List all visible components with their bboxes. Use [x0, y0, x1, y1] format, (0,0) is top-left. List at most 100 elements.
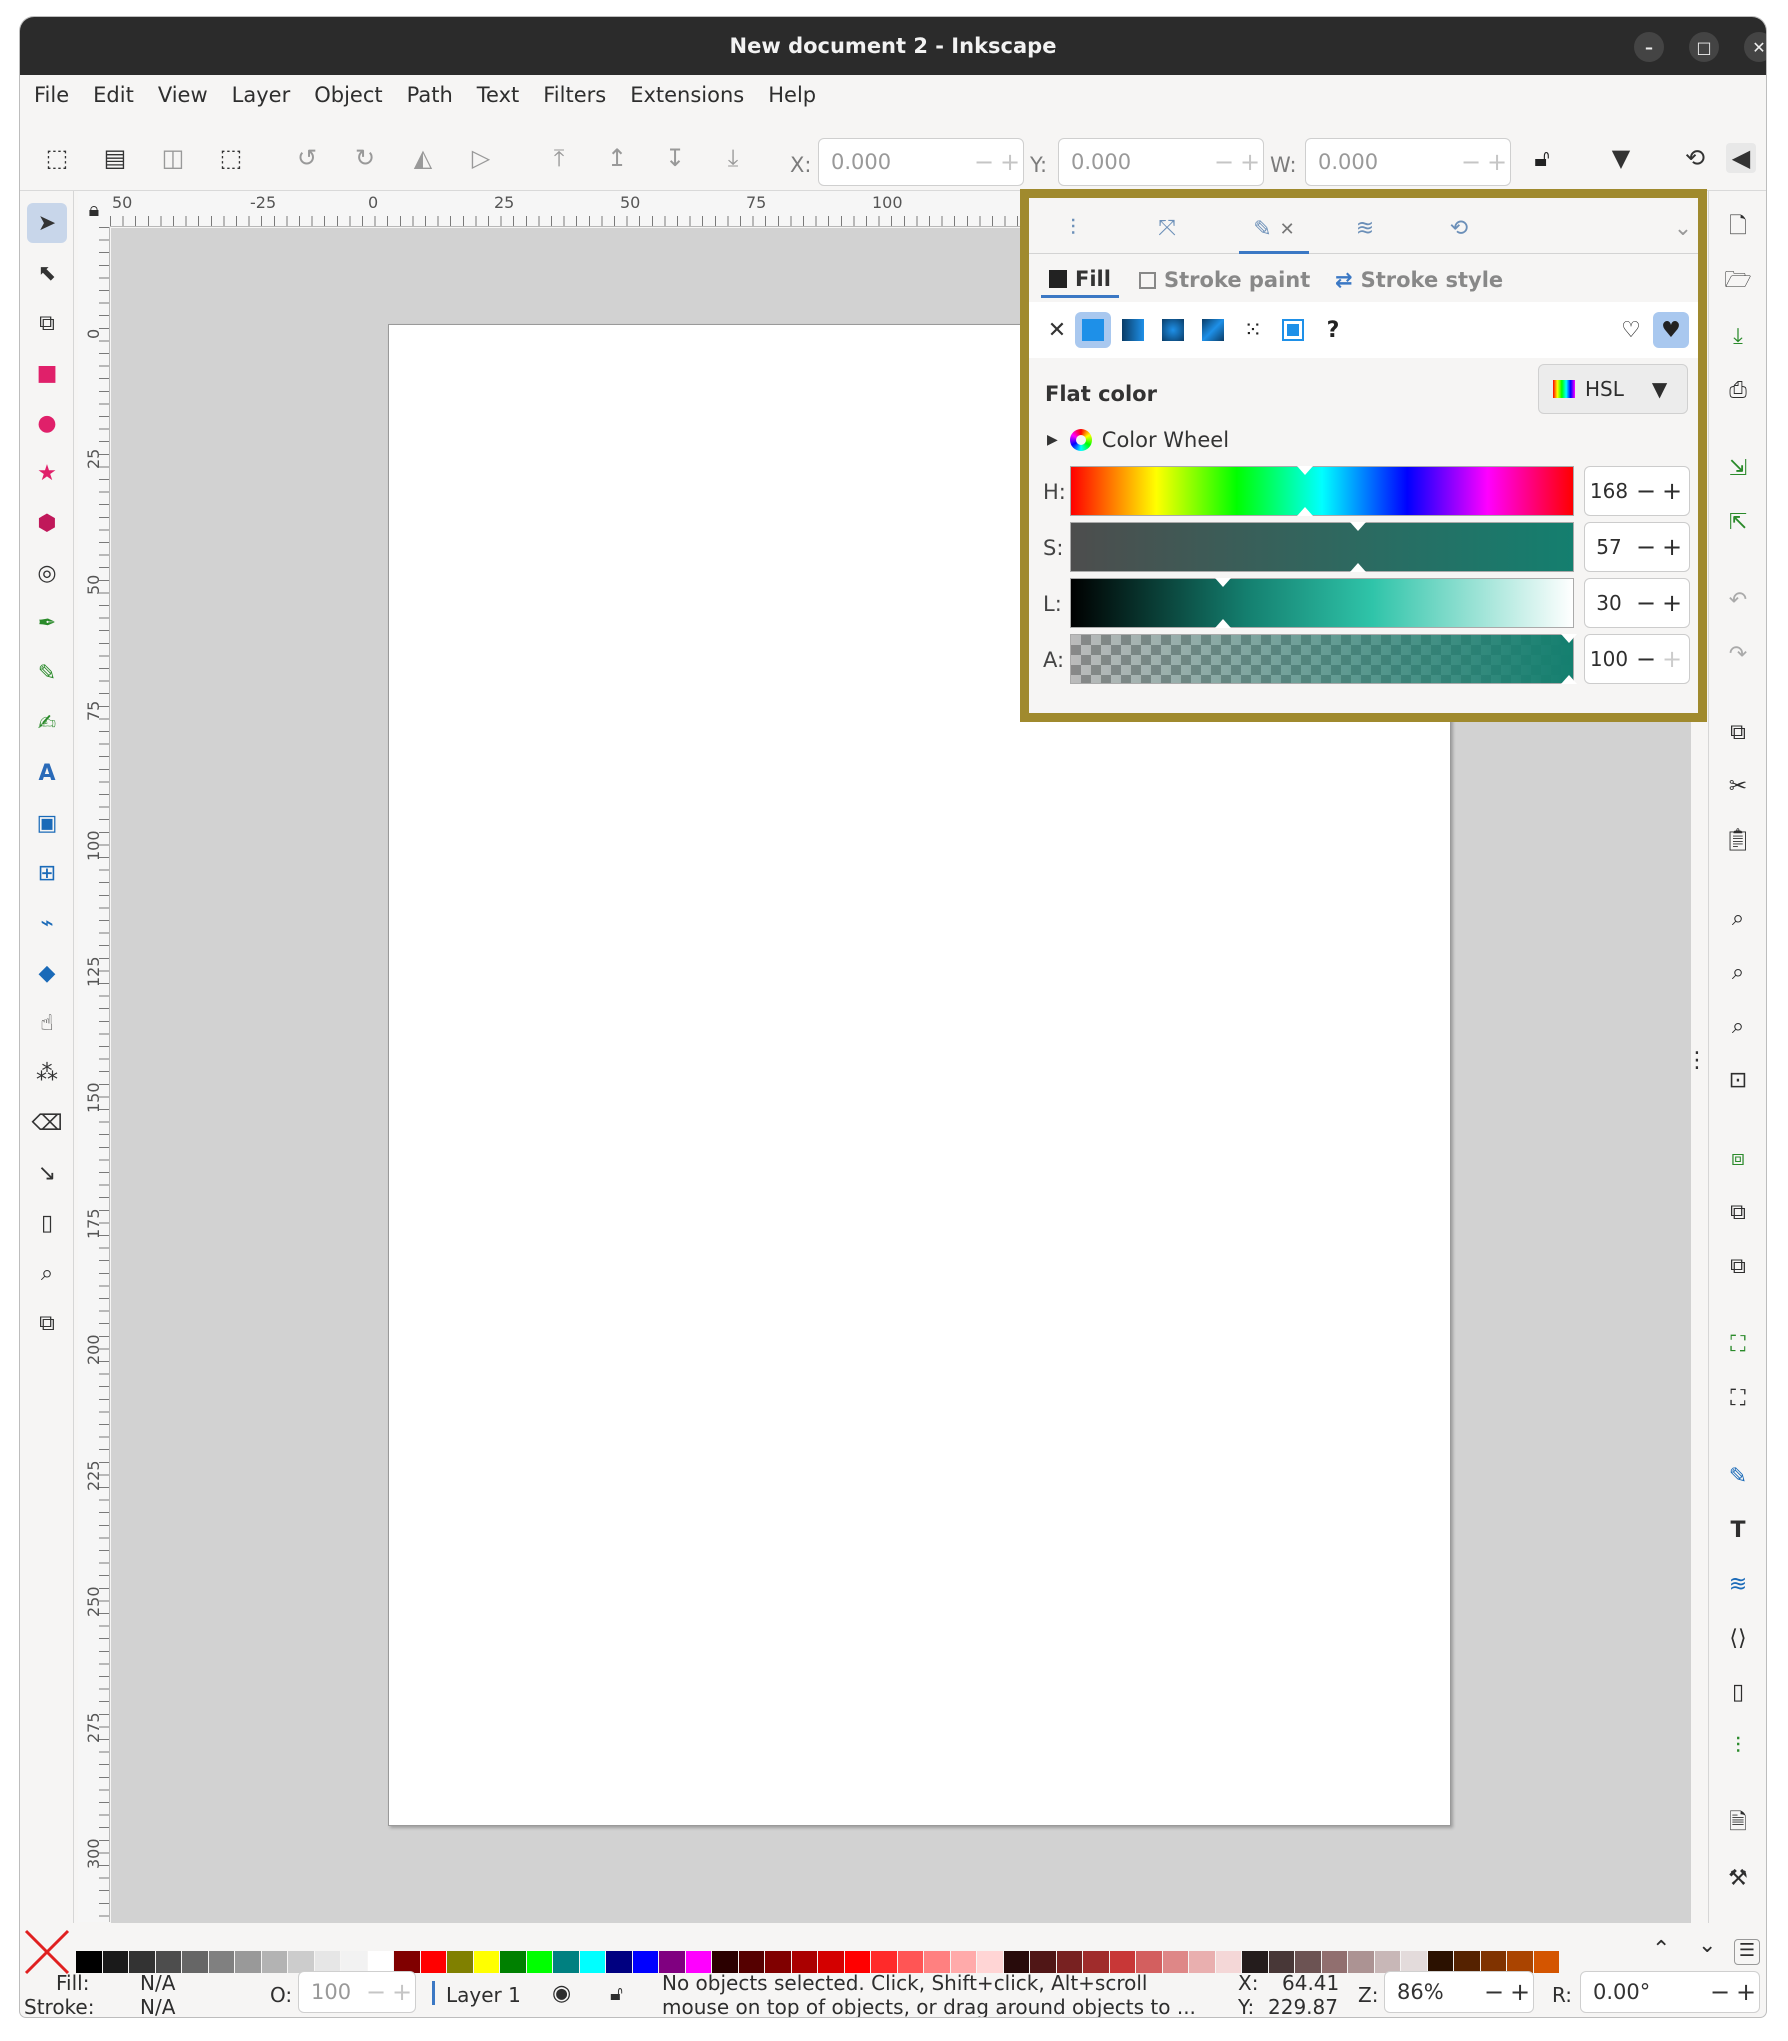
- palette-swatch[interactable]: [102, 1951, 128, 1973]
- x-field[interactable]: 0.000 − +: [818, 138, 1024, 186]
- alpha-increment-icon[interactable]: +: [1659, 645, 1685, 673]
- lightness-slider[interactable]: [1070, 578, 1574, 628]
- close-button[interactable]: ✕: [1744, 32, 1766, 62]
- zoom-center-icon[interactable]: ⊡: [1723, 1065, 1753, 1095]
- palette-scroll-down-icon[interactable]: ⌄: [1698, 1933, 1716, 1958]
- select-all-icon[interactable]: ⬚: [42, 143, 72, 173]
- shape-builder-icon[interactable]: ⧉: [27, 303, 67, 343]
- dropper-tool-icon[interactable]: ⌁: [27, 903, 67, 943]
- xml-editor-icon[interactable]: ⟨⟩: [1723, 1623, 1753, 1653]
- fill-stroke-icon[interactable]: ✎: [1723, 1461, 1753, 1491]
- menu-object[interactable]: Object: [314, 83, 382, 107]
- palette-swatch[interactable]: [500, 1951, 526, 1973]
- palette-swatch[interactable]: [76, 1951, 102, 1973]
- object-properties-icon[interactable]: ▯: [1723, 1677, 1753, 1707]
- selector-tool-icon[interactable]: ➤: [27, 203, 67, 243]
- palette-swatch[interactable]: [977, 1951, 1003, 1973]
- palette-swatch[interactable]: [1533, 1951, 1559, 1973]
- layer-visibility-icon[interactable]: ◉: [552, 1981, 571, 2006]
- lightness-spin[interactable]: 30 − +: [1584, 578, 1690, 628]
- rotate-field[interactable]: 0.00° − +: [1580, 1971, 1760, 2013]
- menu-text[interactable]: Text: [477, 83, 519, 107]
- import-icon[interactable]: ⇲: [1723, 453, 1753, 483]
- print-icon[interactable]: ⎙: [1723, 375, 1753, 405]
- tweak-tool-icon[interactable]: ☝: [27, 1003, 67, 1043]
- collapse-panel-icon[interactable]: ◀: [1726, 143, 1756, 173]
- pencil-tool-icon[interactable]: ✎: [27, 653, 67, 693]
- palette-swatch[interactable]: [659, 1951, 685, 1973]
- palette-swatch[interactable]: [738, 1951, 764, 1973]
- palette-swatch[interactable]: [685, 1951, 711, 1973]
- palette-swatch[interactable]: [1454, 1951, 1480, 1973]
- no-paint-icon[interactable]: ✕: [1039, 312, 1075, 348]
- palette-swatch[interactable]: [791, 1951, 817, 1973]
- text-font-icon[interactable]: T: [1723, 1515, 1753, 1545]
- hue-slider[interactable]: [1070, 466, 1574, 516]
- palette-swatch[interactable]: [1109, 1951, 1135, 1973]
- clone-icon[interactable]: ⧉: [1723, 1197, 1753, 1227]
- spiral-tool-icon[interactable]: ◎: [27, 553, 67, 593]
- maximize-button[interactable]: □: [1689, 32, 1719, 62]
- dropdown-arrow-icon[interactable]: ▼: [1606, 143, 1636, 173]
- new-document-icon[interactable]: 🗋︎: [1723, 213, 1753, 243]
- undo-icon[interactable]: ↶: [1723, 585, 1753, 615]
- zoom-drawing-icon[interactable]: ⌕: [1723, 957, 1753, 987]
- palette-swatch[interactable]: [129, 1951, 155, 1973]
- palette-swatch[interactable]: [844, 1951, 870, 1973]
- lower-icon[interactable]: ↧: [660, 143, 690, 173]
- menu-edit[interactable]: Edit: [93, 83, 134, 107]
- hue-decrement-icon[interactable]: −: [1633, 477, 1659, 505]
- swatch-button[interactable]: [1275, 312, 1311, 348]
- zoom-page-icon[interactable]: ⌕: [1723, 1011, 1753, 1041]
- palette-swatch[interactable]: [420, 1951, 446, 1973]
- text-tool-icon[interactable]: A: [27, 753, 67, 793]
- guide-lock-icon[interactable]: 🔒︎: [78, 191, 110, 227]
- palette-swatch[interactable]: [447, 1951, 473, 1973]
- menu-file[interactable]: File: [34, 83, 69, 107]
- document-properties-icon[interactable]: 🗎︎: [1723, 1809, 1753, 1839]
- align-distribute-icon[interactable]: ⫶: [1723, 1731, 1753, 1761]
- palette-swatch[interactable]: [1136, 1951, 1162, 1973]
- palette-swatch[interactable]: [871, 1951, 897, 1973]
- node-tool-icon[interactable]: ⬉: [27, 253, 67, 293]
- palette-swatch[interactable]: [341, 1951, 367, 1973]
- color-model-select[interactable]: HSL ▼: [1538, 364, 1688, 414]
- current-layer[interactable]: Layer 1: [446, 1983, 521, 2007]
- color-wheel-expander[interactable]: ▶ Color Wheel: [1047, 428, 1229, 452]
- saturation-slider[interactable]: [1070, 522, 1574, 572]
- palette-swatch[interactable]: [1348, 1951, 1374, 1973]
- palette-swatch[interactable]: [1030, 1951, 1056, 1973]
- y-decrement-icon[interactable]: −: [1211, 148, 1237, 176]
- layers-tab-icon[interactable]: ≋: [1345, 208, 1385, 248]
- save-icon[interactable]: ⤓: [1723, 321, 1753, 351]
- palette-swatch[interactable]: [897, 1951, 923, 1973]
- palette-swatch[interactable]: [553, 1951, 579, 1973]
- preferences-icon[interactable]: ⚒: [1723, 1863, 1753, 1893]
- palette-swatch[interactable]: [1507, 1951, 1533, 1973]
- palette-swatch[interactable]: [1003, 1951, 1029, 1973]
- lightness-increment-icon[interactable]: +: [1659, 589, 1685, 617]
- spray-tool-icon[interactable]: ⁂: [27, 1053, 67, 1093]
- snap-toggle-icon[interactable]: ⟲: [1680, 143, 1710, 173]
- opacity-field[interactable]: 100 − +: [298, 1971, 416, 2013]
- circle-tool-icon[interactable]: ●: [27, 403, 67, 443]
- unset-paint-icon[interactable]: ?: [1315, 312, 1351, 348]
- export-icon[interactable]: ⇱: [1723, 507, 1753, 537]
- layer-lock-icon[interactable]: 🔓︎: [610, 1981, 623, 2005]
- x-decrement-icon[interactable]: −: [971, 148, 997, 176]
- flip-vertical-icon[interactable]: ▷: [466, 143, 496, 173]
- menu-help[interactable]: Help: [768, 83, 816, 107]
- w-decrement-icon[interactable]: −: [1458, 148, 1484, 176]
- lower-to-bottom-icon[interactable]: ⤓: [718, 143, 748, 173]
- more-tabs-chevron-icon[interactable]: ⌄: [1663, 208, 1698, 248]
- menu-extensions[interactable]: Extensions: [630, 83, 744, 107]
- alpha-slider[interactable]: [1070, 634, 1577, 684]
- palette-swatch[interactable]: [1295, 1951, 1321, 1973]
- fill-subtab[interactable]: Fill: [1041, 262, 1119, 298]
- stroke-style-subtab[interactable]: ⇄ Stroke style: [1335, 262, 1503, 298]
- palette-swatch[interactable]: [526, 1951, 552, 1973]
- lightness-marker[interactable]: [1215, 578, 1231, 587]
- palette-swatch[interactable]: [1056, 1951, 1082, 1973]
- palette-swatch[interactable]: [818, 1951, 844, 1973]
- palette-swatch[interactable]: [1480, 1951, 1506, 1973]
